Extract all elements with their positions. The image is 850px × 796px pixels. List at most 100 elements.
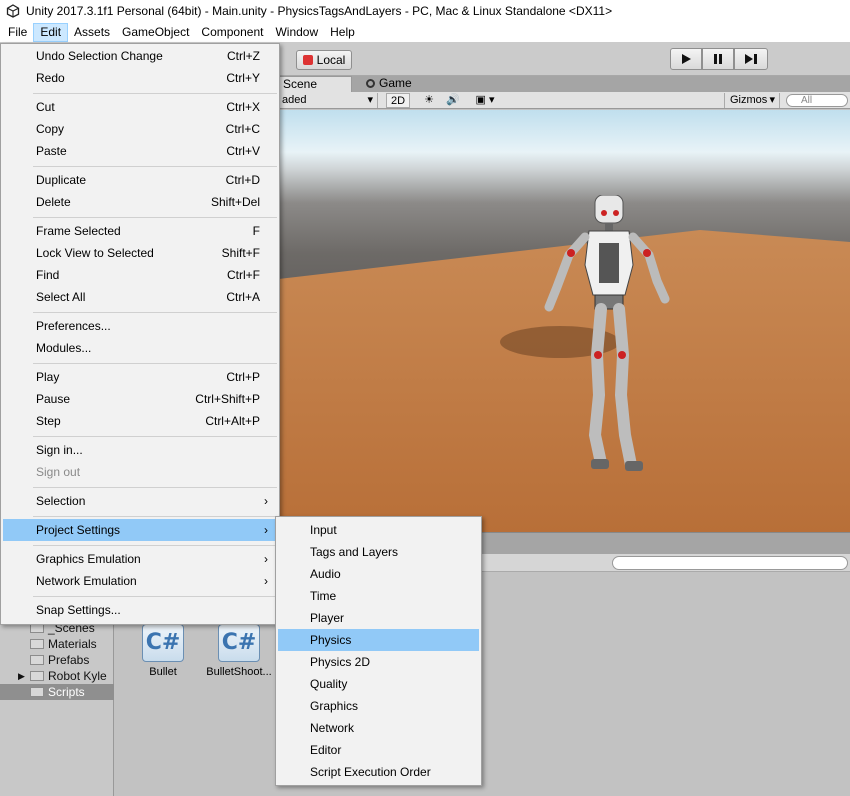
menu-item-selection[interactable]: Selection › [3, 490, 277, 512]
submenu-item-time[interactable]: Time [278, 585, 479, 607]
pause-icon [714, 54, 722, 64]
menu-item-find[interactable]: Find Ctrl+F [3, 264, 277, 286]
submenu-arrow-icon: › [264, 494, 268, 508]
submenu-arrow-icon: › [264, 552, 268, 566]
menu-component[interactable]: Component [195, 23, 269, 42]
tree-item-materials[interactable]: Materials [0, 636, 114, 652]
csharp-script-icon: C# [142, 624, 184, 662]
menu-separator [33, 166, 277, 167]
expand-arrow-icon[interactable]: ▶ [18, 668, 25, 684]
play-button[interactable] [670, 48, 702, 70]
menu-item-sign-in[interactable]: Sign in... [3, 439, 277, 461]
menu-item-copy[interactable]: Copy Ctrl+C [3, 118, 277, 140]
menu-item-preferences[interactable]: Preferences... [3, 315, 277, 337]
submenu-item-physics[interactable]: Physics [278, 629, 479, 651]
menu-item-project-settings[interactable]: Project Settings › [3, 519, 277, 541]
tree-item-prefabs[interactable]: Prefabs [0, 652, 114, 668]
lighting-toggle[interactable]: ☀ [418, 93, 440, 108]
pivot-space-toggle[interactable]: Local [296, 50, 352, 70]
menu-item-lock-view[interactable]: Lock View to Selected Shift+F [3, 242, 277, 264]
menu-item-modules[interactable]: Modules... [3, 337, 277, 359]
pause-button[interactable] [702, 48, 734, 70]
menu-separator [33, 596, 277, 597]
folder-icon [30, 655, 44, 665]
image-icon: ▣ [475, 94, 486, 106]
shading-mode-value: aded [282, 94, 307, 106]
submenu-item-player[interactable]: Player [278, 607, 479, 629]
speaker-icon: 🔊 [446, 94, 460, 106]
audio-toggle[interactable]: 🔊 [442, 93, 464, 108]
tab-game-label: Game [379, 76, 412, 90]
title-bar: Unity 2017.3.1f1 Personal (64bit) - Main… [0, 0, 850, 22]
menu-item-delete[interactable]: Delete Shift+Del [3, 191, 277, 213]
submenu-item-input[interactable]: Input [278, 519, 479, 541]
menu-separator [33, 217, 277, 218]
folder-icon [30, 639, 44, 649]
robot-kyle-model [544, 195, 670, 471]
asset-name: BulletShoot... [206, 666, 272, 678]
menu-item-graphics-emulation[interactable]: Graphics Emulation › [3, 548, 277, 570]
menu-gameobject[interactable]: GameObject [116, 23, 195, 42]
menu-item-frame-selected[interactable]: Frame Selected F [3, 220, 277, 242]
submenu-item-editor[interactable]: Editor [278, 739, 479, 761]
submenu-item-network[interactable]: Network [278, 717, 479, 739]
menu-item-undo[interactable]: Undo Selection Change Ctrl+Z [3, 45, 277, 67]
tab-scene[interactable]: Scene [276, 76, 352, 92]
menu-item-snap-settings[interactable]: Snap Settings... [3, 599, 277, 621]
game-view-icon [366, 79, 375, 88]
menu-window[interactable]: Window [269, 23, 324, 42]
tree-item-scripts[interactable]: Scripts [0, 684, 114, 700]
tree-item-label: Scripts [48, 685, 85, 699]
gizmos-dropdown[interactable]: Gizmos ▾ [724, 93, 780, 108]
menu-item-redo[interactable]: Redo Ctrl+Y [3, 67, 277, 89]
menu-item-duplicate[interactable]: Duplicate Ctrl+D [3, 169, 277, 191]
project-search-input[interactable] [612, 556, 848, 570]
effects-dropdown[interactable]: ▣ ▾ [470, 93, 500, 108]
submenu-item-script-execution-order[interactable]: Script Execution Order [278, 761, 479, 783]
menu-file[interactable]: File [2, 23, 33, 42]
tree-item-label: Materials [48, 637, 97, 651]
submenu-item-audio[interactable]: Audio [278, 563, 479, 585]
tree-item-label: Prefabs [48, 653, 90, 667]
folder-icon [30, 671, 44, 681]
window-title: Unity 2017.3.1f1 Personal (64bit) - Main… [26, 4, 613, 18]
submenu-item-quality[interactable]: Quality [278, 673, 479, 695]
step-icon [745, 54, 757, 64]
submenu-item-physics-2d[interactable]: Physics 2D [278, 651, 479, 673]
asset-bulletshooter-script[interactable]: C# BulletShoot... [194, 624, 284, 678]
menu-item-select-all[interactable]: Select All Ctrl+A [3, 286, 277, 308]
menu-bar: File Edit Assets GameObject Component Wi… [0, 22, 850, 42]
gizmos-label: Gizmos [730, 94, 768, 106]
dropdown-arrow-icon: ▾ [367, 94, 373, 106]
menu-assets[interactable]: Assets [68, 23, 116, 42]
local-space-icon [302, 55, 313, 65]
menu-item-cut[interactable]: Cut Ctrl+X [3, 96, 277, 118]
tree-item-label: Robot Kyle [48, 669, 107, 683]
step-button[interactable] [734, 48, 768, 70]
menu-help[interactable]: Help [324, 23, 361, 42]
tree-item-robot-kyle[interactable]: ▶ Robot Kyle [0, 668, 114, 684]
menu-edit[interactable]: Edit [33, 22, 69, 42]
submenu-arrow-icon: › [264, 574, 268, 588]
menu-separator [33, 545, 277, 546]
shading-mode-dropdown[interactable]: aded ▾ [282, 93, 378, 108]
dropdown-arrow-icon: ▾ [485, 94, 495, 106]
unity-logo-icon [6, 4, 20, 18]
menu-item-network-emulation[interactable]: Network Emulation › [3, 570, 277, 592]
menu-separator [33, 312, 277, 313]
menu-separator [33, 436, 277, 437]
scene-search-input[interactable]: All [786, 94, 848, 107]
dropdown-arrow-icon: ▾ [769, 94, 775, 106]
menu-item-paste[interactable]: Paste Ctrl+V [3, 140, 277, 162]
submenu-item-graphics[interactable]: Graphics [278, 695, 479, 717]
menu-separator [33, 93, 277, 94]
menu-item-sign-out: Sign out [36, 465, 81, 479]
csharp-script-icon: C# [218, 624, 260, 662]
menu-item-pause[interactable]: Pause Ctrl+Shift+P [3, 388, 277, 410]
menu-item-play[interactable]: Play Ctrl+P [3, 366, 277, 388]
tab-game[interactable]: Game [360, 76, 420, 92]
2d-toggle[interactable]: 2D [386, 93, 410, 108]
menu-item-step[interactable]: Step Ctrl+Alt+P [3, 410, 277, 432]
menu-separator [33, 363, 277, 364]
submenu-item-tags-and-layers[interactable]: Tags and Layers [278, 541, 479, 563]
